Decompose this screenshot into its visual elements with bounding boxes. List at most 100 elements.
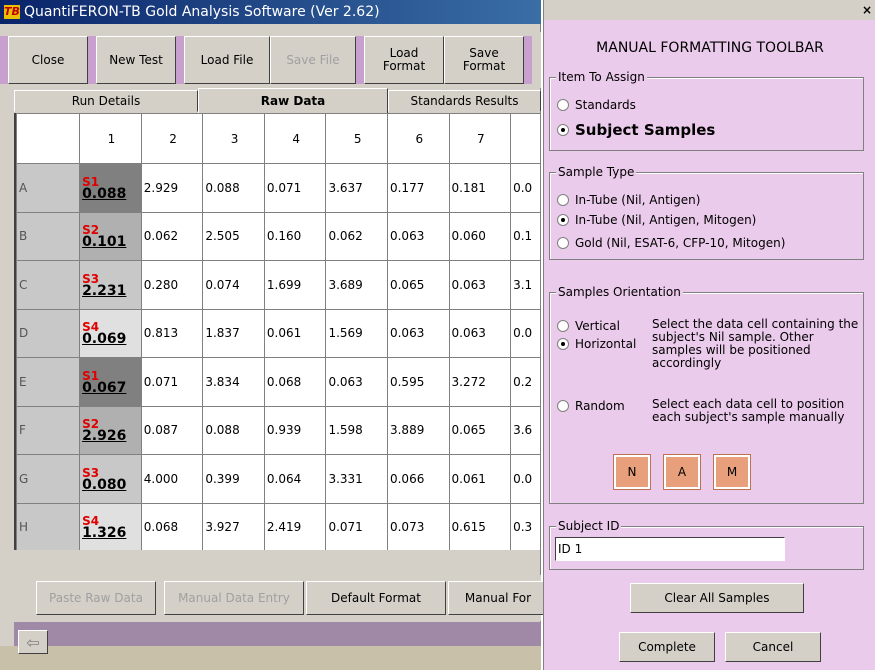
data-cell[interactable]: 0.063 — [386, 211, 450, 261]
data-cell[interactable]: 2.505 — [202, 211, 265, 261]
cancel-button[interactable]: Cancel — [725, 632, 821, 662]
data-cell[interactable]: 4.000 — [140, 454, 204, 504]
data-cell[interactable]: 0.813 — [140, 308, 204, 358]
antigen-sample-button[interactable]: A — [663, 454, 701, 490]
toolbar-divider — [0, 36, 8, 84]
data-cell[interactable]: 0.071 — [263, 163, 327, 213]
data-cell[interactable]: 2.419 — [263, 502, 327, 550]
data-cell[interactable]: 0.280 — [140, 260, 204, 310]
orient-horizontal-radio[interactable]: Horizontal — [557, 337, 636, 351]
data-cell[interactable]: 0.060 — [448, 211, 512, 261]
paste-raw-data-button[interactable]: Paste Raw Data — [36, 581, 156, 615]
data-cell[interactable]: 0.074 — [202, 260, 265, 310]
data-cell[interactable]: 0.0 — [510, 454, 541, 504]
back-arrow-button[interactable]: ⇦ — [18, 630, 48, 654]
new-test-button[interactable]: New Test — [96, 36, 176, 84]
nil-sample-button[interactable]: N — [613, 454, 651, 490]
save-file-button[interactable]: Save File — [270, 36, 356, 84]
data-cell[interactable]: 0.939 — [263, 405, 327, 455]
sample-cell[interactable]: S1 0.088 — [79, 163, 142, 213]
tab-run-details[interactable]: Run Details — [14, 90, 198, 112]
mitogen-sample-button[interactable]: M — [713, 454, 751, 490]
data-cell[interactable]: 0.071 — [140, 357, 204, 407]
data-cell[interactable]: 0.2 — [510, 357, 541, 407]
sample-cell[interactable]: S3 2.231 — [79, 260, 142, 310]
subject-id-input[interactable]: ID 1 — [555, 537, 785, 561]
data-cell[interactable]: 0.064 — [263, 454, 327, 504]
data-cell[interactable]: 0.3 — [510, 502, 541, 550]
data-cell[interactable]: 3.6 — [510, 405, 541, 455]
data-cell[interactable]: 1.699 — [263, 260, 327, 310]
data-cell[interactable]: 3.889 — [386, 405, 450, 455]
data-cell[interactable]: 0.177 — [386, 163, 450, 213]
data-cell[interactable]: 0.595 — [386, 357, 450, 407]
load-file-button[interactable]: Load File — [184, 36, 270, 84]
data-cell[interactable]: 3.272 — [448, 357, 512, 407]
data-cell[interactable]: 0.071 — [325, 502, 388, 550]
panel-title-bar: × — [544, 0, 875, 20]
data-cell[interactable]: 0.065 — [448, 405, 512, 455]
data-cell[interactable]: 3.331 — [325, 454, 388, 504]
data-cell[interactable]: 3.689 — [325, 260, 388, 310]
data-cell[interactable]: 0.063 — [325, 357, 388, 407]
manual-data-entry-button[interactable]: Manual Data Entry — [164, 581, 304, 615]
data-cell[interactable]: 1.837 — [202, 308, 265, 358]
data-cell[interactable]: 0.063 — [448, 308, 512, 358]
clear-all-samples-button[interactable]: Clear All Samples — [630, 583, 804, 613]
data-cell[interactable]: 0.066 — [386, 454, 450, 504]
sample-cell[interactable]: S2 0.101 — [79, 211, 142, 261]
sample-cell[interactable]: S1 0.067 — [79, 357, 142, 407]
type-in-tube-mitogen-radio[interactable]: In-Tube (Nil, Antigen, Mitogen) — [557, 213, 756, 227]
data-cell[interactable]: 0.063 — [448, 260, 512, 310]
type-gold-radio[interactable]: Gold (Nil, ESAT-6, CFP-10, Mitogen) — [557, 236, 785, 250]
data-cell[interactable]: 0.399 — [202, 454, 265, 504]
data-cell[interactable]: 0.615 — [448, 502, 512, 550]
type-in-tube-radio[interactable]: In-Tube (Nil, Antigen) — [557, 193, 700, 207]
data-cell[interactable]: 2.929 — [140, 163, 204, 213]
data-cell[interactable]: 3.834 — [202, 357, 265, 407]
sample-cell[interactable]: S3 0.080 — [79, 454, 142, 504]
group-legend: Item To Assign — [556, 70, 647, 84]
data-cell[interactable]: 0.0 — [510, 163, 541, 213]
sample-cell[interactable]: S4 0.069 — [79, 308, 142, 358]
data-cell[interactable]: 0.088 — [202, 405, 265, 455]
tab-raw-data[interactable]: Raw Data — [198, 88, 388, 113]
complete-button[interactable]: Complete — [619, 632, 715, 662]
data-cell[interactable]: 0.181 — [448, 163, 512, 213]
data-cell[interactable]: 0.088 — [202, 163, 265, 213]
sample-cell[interactable]: S2 2.926 — [79, 405, 142, 455]
data-cell[interactable]: 0.061 — [448, 454, 512, 504]
data-cell[interactable]: 0.062 — [325, 211, 388, 261]
item-subject-samples-radio[interactable]: Subject Samples — [557, 121, 715, 139]
orient-vertical-radio[interactable]: Vertical — [557, 319, 620, 333]
data-cell[interactable]: 0.0 — [510, 308, 541, 358]
data-cell[interactable]: 3.1 — [510, 260, 541, 310]
default-format-button[interactable]: Default Format — [306, 581, 446, 615]
data-cell[interactable]: 0.063 — [386, 308, 450, 358]
data-cell[interactable]: 0.062 — [140, 211, 204, 261]
close-button[interactable]: Close — [8, 36, 88, 84]
data-cell[interactable]: 0.061 — [263, 308, 327, 358]
save-format-button[interactable]: Save Format — [444, 36, 524, 84]
data-cell[interactable]: 0.073 — [386, 502, 450, 550]
radio-icon — [557, 194, 569, 206]
data-cell[interactable]: 0.065 — [386, 260, 450, 310]
toolbar-divider — [524, 36, 532, 84]
data-cell[interactable]: 3.637 — [325, 163, 388, 213]
data-cell[interactable]: 1.569 — [325, 308, 388, 358]
data-cell[interactable]: 1.598 — [325, 405, 388, 455]
data-cell[interactable]: 0.1 — [510, 211, 541, 261]
close-icon[interactable]: × — [860, 3, 874, 17]
item-standards-radio[interactable]: Standards — [557, 98, 636, 112]
radio-icon — [557, 99, 569, 111]
orient-random-radio[interactable]: Random — [557, 399, 625, 413]
manual-format-button[interactable]: Manual For — [448, 581, 548, 615]
data-cell[interactable]: 3.927 — [202, 502, 265, 550]
data-cell[interactable]: 0.068 — [140, 502, 204, 550]
sample-cell[interactable]: S4 1.326 — [79, 502, 142, 550]
data-cell[interactable]: 0.087 — [140, 405, 204, 455]
data-cell[interactable]: 0.160 — [263, 211, 327, 261]
tab-standards-results[interactable]: Standards Results — [388, 90, 541, 112]
load-format-button[interactable]: Load Format — [364, 36, 444, 84]
data-cell[interactable]: 0.068 — [263, 357, 327, 407]
